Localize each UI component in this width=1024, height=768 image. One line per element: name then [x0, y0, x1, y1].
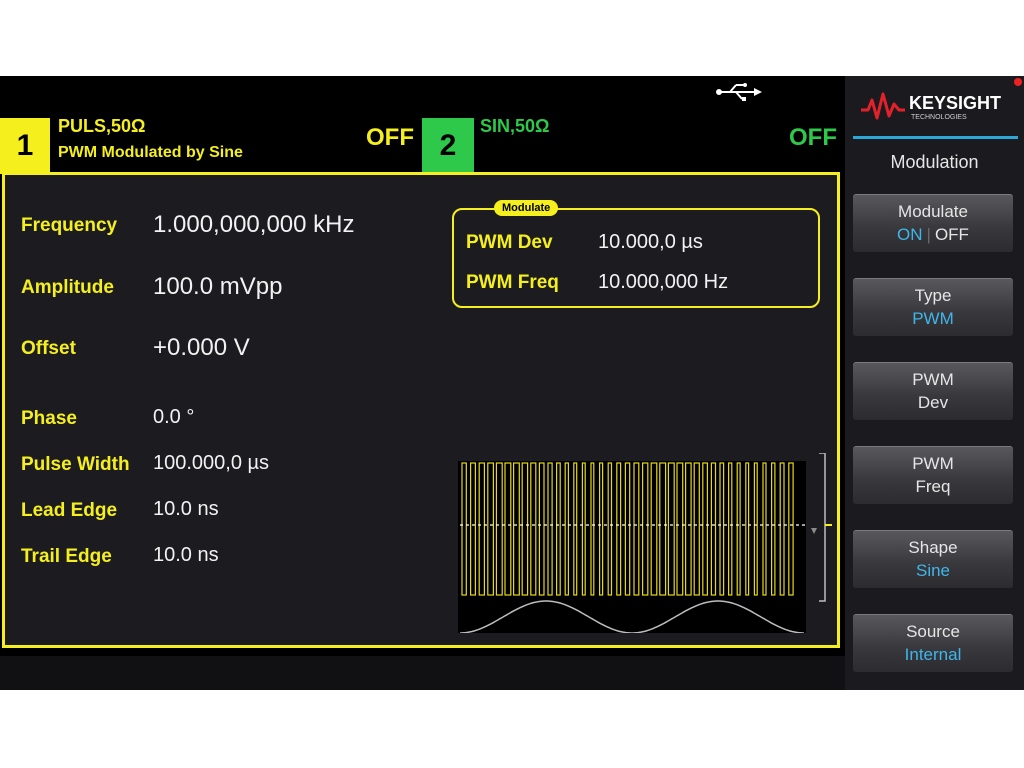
- softkey-pwm-freq-label: PWM: [912, 454, 954, 473]
- menu-title-divider: [853, 136, 1018, 139]
- softkey-shape-value: Sine: [915, 561, 951, 580]
- pwm-freq-value[interactable]: 10.000,000 Hz: [598, 271, 728, 294]
- channel-2-header[interactable]: 2 SIN,50Ω OFF: [420, 110, 845, 174]
- channel-1-number: 1: [0, 118, 50, 174]
- waveform-preview: [458, 453, 832, 633]
- param-trail-edge-label[interactable]: Trail Edge: [21, 546, 112, 568]
- param-frequency-value[interactable]: 1.000,000,000 kHz: [153, 211, 354, 239]
- param-trail-edge-value[interactable]: 10.0 ns: [153, 544, 219, 567]
- channel-1-mode: PWM Modulated by Sine: [58, 144, 243, 161]
- channel-1-output-state: OFF: [366, 124, 414, 151]
- keysight-logo: KEYSIGHT TECHNOLOGIES: [861, 92, 1001, 121]
- scale-bracket: [819, 453, 826, 602]
- softkey-type-value: PWM: [912, 309, 954, 328]
- param-lead-edge-label[interactable]: Lead Edge: [21, 500, 117, 522]
- param-phase-label[interactable]: Phase: [21, 408, 77, 430]
- softkey-pwm-dev-label: PWM: [912, 370, 954, 389]
- param-offset-value[interactable]: +0.000 V: [153, 334, 250, 362]
- bottom-status-bar: [0, 656, 845, 690]
- channel-1-header[interactable]: 1 PULS,50Ω PWM Modulated by Sine OFF: [0, 110, 420, 174]
- softkey-pwm-freq[interactable]: PWM Freq: [853, 446, 1013, 504]
- softkey-modulate-label: Modulate: [898, 202, 968, 221]
- modulate-box-title: Modulate: [494, 200, 559, 216]
- softkey-panel: KEYSIGHT TECHNOLOGIES Modulation Modulat…: [845, 76, 1024, 690]
- usb-icon: [716, 83, 762, 101]
- pwm-dev-label[interactable]: PWM Dev: [466, 232, 553, 254]
- channel-1-function: PULS,50Ω: [58, 116, 146, 136]
- param-amplitude-value[interactable]: 100.0 mVpp: [153, 273, 282, 301]
- modulate-box: Modulate PWM Dev 10.000,0 µs PWM Freq 10…: [452, 200, 820, 308]
- pwm-freq-label[interactable]: PWM Freq: [466, 272, 559, 294]
- param-amplitude-label[interactable]: Amplitude: [21, 277, 114, 299]
- pwm-dev-value[interactable]: 10.000,0 µs: [598, 231, 703, 254]
- softkey-type[interactable]: Type PWM: [853, 278, 1013, 336]
- param-pulse-width-label[interactable]: Pulse Width: [21, 454, 130, 476]
- param-phase-value[interactable]: 0.0 °: [153, 406, 194, 429]
- param-offset-label[interactable]: Offset: [21, 338, 76, 360]
- softkey-source[interactable]: Source Internal: [853, 614, 1013, 672]
- status-bar: [0, 76, 845, 108]
- channel-2-function: SIN,50Ω: [480, 116, 550, 136]
- softkey-shape-label: Shape: [908, 538, 958, 557]
- param-lead-edge-value[interactable]: 10.0 ns: [153, 498, 219, 521]
- softkey-modulate-on: ON: [897, 225, 923, 244]
- instrument-screen: 1 PULS,50Ω PWM Modulated by Sine OFF 2 S…: [0, 76, 1024, 690]
- trigger-marker-icon: [811, 528, 817, 534]
- softkey-source-value: Internal: [904, 645, 962, 664]
- param-frequency-label[interactable]: Frequency: [21, 215, 117, 237]
- softkey-shape[interactable]: Shape Sine: [853, 530, 1013, 588]
- softkey-modulate-off: OFF: [934, 225, 969, 244]
- softkey-modulate[interactable]: Modulate ON | OFF: [853, 194, 1013, 252]
- svg-text:KEYSIGHT: KEYSIGHT: [909, 93, 1001, 113]
- menu-title: Modulation: [890, 152, 979, 172]
- status-indicator-icon: [1014, 78, 1022, 86]
- softkey-type-label: Type: [914, 286, 952, 305]
- param-pulse-width-value[interactable]: 100.000,0 µs: [153, 452, 269, 475]
- softkey-pwm-dev-sub: Dev: [917, 393, 949, 412]
- softkey-source-label: Source: [906, 622, 960, 641]
- channel-2-number: 2: [422, 118, 474, 174]
- channel-1-parameter-panel: Frequency 1.000,000,000 kHz Amplitude 10…: [2, 172, 840, 648]
- softkey-pwm-dev[interactable]: PWM Dev: [853, 362, 1013, 420]
- channel-2-output-state: OFF: [789, 124, 837, 151]
- softkey-pwm-freq-sub: Freq: [915, 477, 951, 496]
- svg-text:TECHNOLOGIES: TECHNOLOGIES: [911, 114, 967, 121]
